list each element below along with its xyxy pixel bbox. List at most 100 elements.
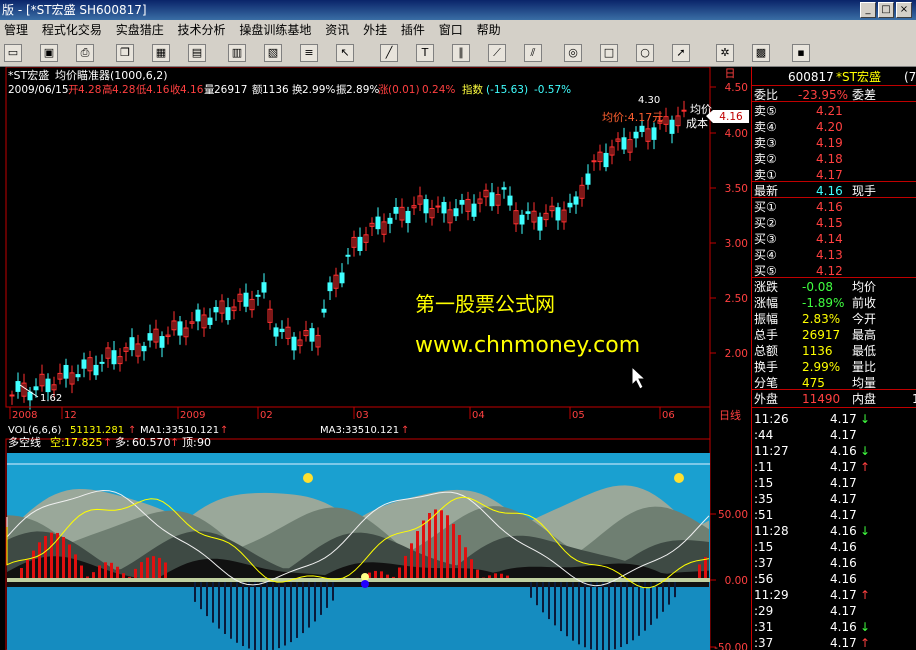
date-axis-label-7: 06 [662,410,675,421]
tick-row-10: :56 4.16 [752,571,916,587]
bars-icon[interactable]: ∥ [452,44,470,62]
stat-value-0: -0.08 [802,280,834,294]
dkx-dark-bar-110 [668,581,670,605]
menu-manage[interactable]: 管理 [0,20,34,41]
cursor-icon[interactable]: ↖ [336,44,354,62]
candle-body-83 [507,195,513,206]
menu-hunt[interactable]: 实盘猎庄 [112,20,170,41]
tick-row-2: 11:27 4.16 ↓ [752,443,916,459]
menu-help[interactable]: 帮助 [473,20,507,41]
dkx-dark-bar-53 [326,581,328,608]
tick-arrow-7: ↓ [860,524,871,538]
maximize-button[interactable]: □ [878,2,894,18]
arrow-icon[interactable]: ➚ [672,44,690,62]
low-mark: 1.62 [40,393,62,404]
candle-body-45 [279,328,285,333]
chart-area[interactable]: *ST宏盛 均价瞄准器(1000,6,2) 2009/06/15 开 4.28 高 4.28… [0,67,751,650]
gann-icon[interactable]: ✲ [716,44,734,62]
candle-body-9 [63,364,69,379]
separator-2 [752,181,916,182]
dkx-red-bar-21 [134,568,137,579]
candle-body-96 [585,173,591,185]
dkx-kong-label: 空: [50,435,65,449]
candle-body-12 [81,359,87,369]
header-index-change: (-15.63) [486,84,528,96]
dkx-dark-bar-108 [656,581,658,619]
disk-icon[interactable]: ▪ [792,44,810,62]
sub-axis-label-2: -50.00 [714,642,748,650]
separator-5 [752,389,916,390]
menu-training[interactable]: 操盘训练基地 [235,20,317,41]
stock-name: *ST宏盛 [8,68,49,82]
cycle-icon[interactable]: ◎ [564,44,582,62]
rect-icon[interactable]: □ [600,44,618,62]
close-button[interactable]: × [896,2,912,18]
header-high: 4.28 [112,84,135,96]
sell-price-0: 4.21 [816,104,843,118]
menu-info[interactable]: 资讯 [321,20,355,41]
stat-label-5: 换手 [754,360,779,374]
date-axis-label-2: 2009 [180,410,205,421]
dkx-kong-value: 17.825 [64,436,103,449]
dkx-red-bar-61 [374,570,377,579]
open-icon[interactable]: ▭ [4,44,22,62]
menu-window[interactable]: 窗口 [435,20,469,41]
candle-body-41 [255,294,261,297]
tick-time-6: :51 [754,508,774,522]
candle-body-11 [75,374,81,378]
fan-icon[interactable]: ⟋ [488,44,506,62]
window-icon[interactable]: ▥ [228,44,246,62]
header-turnover: 2.99% [302,84,335,96]
menu-program-trading[interactable]: 程式化交易 [38,20,108,41]
copy-icon[interactable]: ❐ [116,44,134,62]
print-icon[interactable]: ⎙ [76,44,94,62]
dkx-red-bar-12 [80,565,83,579]
kline-chart[interactable]: *ST宏盛 均价瞄准器(1000,6,2)2009/06/15 开 4.28 高 4.28… [0,67,751,650]
line-icon[interactable]: ╱ [380,44,398,62]
candle-body-72 [441,202,447,214]
vol-value: 51131.281 [70,425,124,436]
ellipse-icon[interactable]: ○ [636,44,654,62]
save-icon[interactable]: ▣ [40,44,58,62]
header-change-pct: 0.24% [422,84,455,96]
candle-body-64 [393,206,399,214]
header-vol: 26917 [214,84,247,96]
tick-price-14: 4.17 [830,636,857,650]
layout-icon[interactable]: ▤ [188,44,206,62]
candle-body-61 [375,216,381,230]
buy-label-0: 买① [754,200,777,214]
candle-body-55 [339,272,345,284]
date-axis-label-4: 03 [356,410,369,421]
avg-tag: 均价 [690,103,712,116]
dkx-dark-bar-51 [314,581,316,622]
text-icon[interactable]: T [416,44,434,62]
dkx-red-bar-62 [380,571,383,579]
stat-label2-5: 量比 [852,360,877,374]
dkx-dark-bar-31 [194,581,196,602]
candle-body-58 [357,236,363,251]
quote-suffix: (727) [904,70,916,84]
minimize-button[interactable]: _ [860,2,876,18]
candle-body-6 [45,378,51,393]
buy-price-2: 4.14 [816,232,843,246]
candle-body-71 [435,205,441,208]
dkx-red-bar-71 [434,509,437,579]
menu-plugin[interactable]: 插件 [397,20,431,41]
candle-body-14 [93,364,99,376]
grid-icon[interactable]: ▦ [152,44,170,62]
channel-icon[interactable]: ⫽ [524,44,542,62]
stat-value-3: 26917 [802,328,841,342]
list-icon[interactable]: ≡ [300,44,318,62]
dkx-dark-bar-87 [530,581,532,598]
dkx-dark-bar-106 [644,581,646,631]
separator-0 [752,85,916,86]
menu-external[interactable]: 外挂 [359,20,393,41]
menu-tech-analysis[interactable]: 技术分析 [174,20,232,41]
stat-value-1: -1.89% [802,296,845,310]
table-icon[interactable]: ▧ [264,44,282,62]
dkx-red-bar-9 [62,537,65,579]
header-high-label: 高 [102,83,113,96]
header-index-label: 指数 [462,83,483,96]
palette-icon[interactable]: ▩ [752,44,770,62]
stat-label2-1: 前收 [852,296,877,310]
